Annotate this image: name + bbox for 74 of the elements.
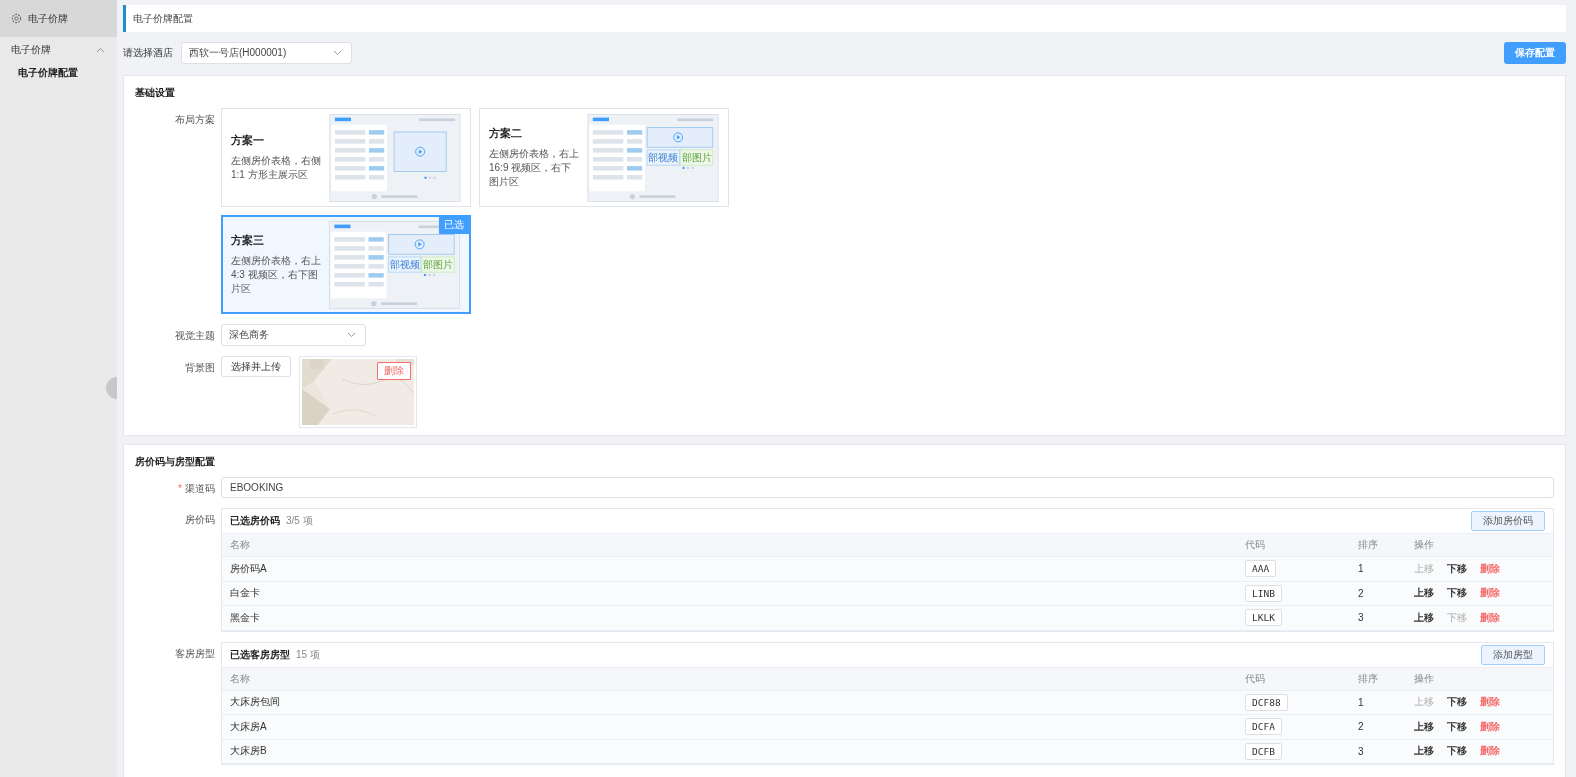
column-header: 操作 [1414, 671, 1435, 686]
tile-label: 部视频 [648, 151, 679, 163]
upload-button[interactable]: 选择并上传 [221, 356, 291, 377]
move-up-link[interactable]: 上移 [1414, 744, 1434, 759]
channel-code-field[interactable]: EBOOKING [221, 477, 1554, 498]
section-title: 基础设置 [135, 86, 176, 100]
page-title: 电子价牌配置 [123, 5, 1566, 32]
table-title: 已选房价码 [230, 514, 280, 528]
field-label: 视觉主题 [174, 329, 215, 343]
layout-description: 左侧房价表格，右上 4:3 视频区，右下图片区 [231, 253, 322, 296]
table-cell-text: 1 [1358, 696, 1365, 708]
table-cell-text: 2 [1358, 721, 1365, 733]
add-button[interactable]: 添加房型 [1481, 644, 1545, 665]
tile-label: 部视频 [389, 258, 420, 270]
code-tag: DCF88 [1245, 693, 1288, 711]
table-cell-text: 黑金卡 [230, 610, 261, 625]
column-header: 操作 [1414, 538, 1435, 552]
column-header: 名称 [230, 671, 251, 686]
table-cell-text: 2 [1358, 587, 1365, 599]
theme-select[interactable]: 深色商务 [221, 324, 366, 346]
table-cell-text: 3 [1358, 745, 1365, 757]
table-cell-text: 房价码A [230, 561, 268, 576]
column-header: 名称 [230, 538, 251, 552]
code-tag: LKLK [1245, 609, 1282, 627]
hotel-select[interactable]: 西软一号店(H000001) [181, 41, 352, 64]
table-cell-text: 大床房包间 [230, 695, 281, 710]
column-header: 排序 [1358, 671, 1379, 686]
move-up-link[interactable]: 上移 [1414, 586, 1434, 601]
tile-label: 部图片 [423, 258, 454, 270]
table-cell-text: 1 [1358, 563, 1365, 575]
sidebar-header[interactable]: 电子价牌 [0, 0, 117, 37]
layout-name: 方案二 [489, 126, 523, 141]
move-down-link[interactable]: 下移 [1447, 586, 1467, 601]
section-title: 房价码与房型配置 [135, 455, 216, 469]
table-cell-text: 大床房B [230, 744, 268, 759]
item-count: 3/5 项 [286, 514, 313, 528]
layout-name: 方案一 [231, 133, 265, 148]
column-header: 排序 [1358, 538, 1379, 552]
move-down-link[interactable]: 下移 [1447, 719, 1467, 734]
item-count: 15 项 [296, 647, 320, 662]
field-label: 背景图 [184, 361, 215, 375]
field-label: 请选择酒店 [123, 45, 173, 60]
move-down-link[interactable]: 下移 [1447, 744, 1467, 759]
field-label: * 渠道码 [177, 482, 215, 496]
column-header: 代码 [1245, 538, 1266, 552]
sidebar-title: 电子价牌 [28, 11, 68, 26]
sidebar-item[interactable]: 电子价牌配置 [0, 61, 117, 85]
selected-badge: 已选 [439, 217, 469, 234]
layout-option-card[interactable]: 已选 方案三 左侧房价表格，右上 4:3 视频区，右下图片区 部视频 部图片 [221, 215, 471, 314]
field-label: 房价码 [184, 513, 215, 527]
sidebar-group[interactable]: 电子价牌 [0, 39, 117, 61]
column-header: 代码 [1245, 671, 1266, 686]
table-cell-text: 白金卡 [230, 586, 261, 601]
required-mark: * [178, 483, 182, 494]
layout-description: 左侧房价表格，右侧 1:1 方形主展示区 [231, 153, 322, 182]
code-tag: AAA [1245, 560, 1277, 578]
move-up-link[interactable]: 上移 [1414, 719, 1434, 734]
move-down-link[interactable]: 下移 [1447, 695, 1467, 710]
code-tag: LINB [1245, 584, 1282, 602]
tile-label: 部图片 [681, 151, 712, 163]
field-label: 客房房型 [174, 646, 215, 661]
layout-name: 方案三 [231, 233, 265, 248]
add-button[interactable]: 添加房价码 [1471, 511, 1545, 531]
field-label: 布局方案 [174, 113, 215, 127]
move-down-link[interactable]: 下移 [1447, 561, 1467, 576]
layout-option-card[interactable]: 方案二 左侧房价表格，右上 16:9 视频区，右下图片区 部视频 部图片 [479, 108, 729, 207]
layout-option-card[interactable]: 方案一 左侧房价表格，右侧 1:1 方形主展示区 [221, 108, 471, 207]
table-cell-text: 3 [1358, 612, 1365, 624]
table-cell-text: 大床房A [230, 719, 268, 734]
code-tag: DCFB [1245, 742, 1282, 760]
code-tag: DCFA [1245, 718, 1282, 736]
layout-description: 左侧房价表格，右上 16:9 视频区，右下图片区 [489, 146, 580, 189]
move-up-link[interactable]: 上移 [1414, 610, 1434, 625]
table-title: 已选客房房型 [230, 647, 290, 662]
